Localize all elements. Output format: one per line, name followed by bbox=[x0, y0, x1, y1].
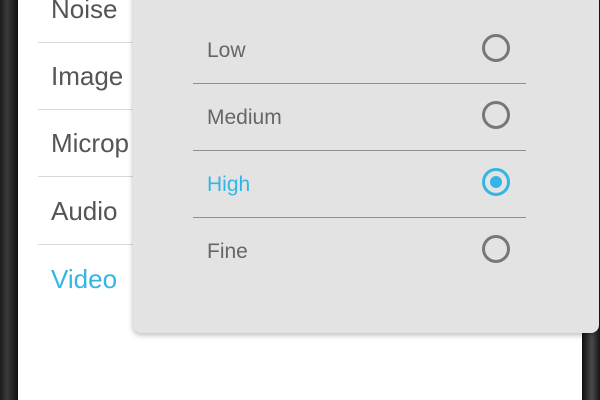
option-label: High bbox=[207, 173, 251, 196]
option-label: Medium bbox=[207, 106, 282, 129]
settings-item-label: Image bbox=[51, 61, 124, 91]
option-high[interactable]: High bbox=[193, 151, 526, 218]
radio-unchecked-icon[interactable] bbox=[482, 235, 510, 263]
option-fine[interactable]: Fine bbox=[193, 218, 526, 285]
background-photo-left bbox=[0, 0, 18, 400]
settings-item-label: Video bbox=[51, 264, 118, 294]
radio-checked-icon[interactable] bbox=[482, 168, 510, 196]
settings-item-label: Microp bbox=[51, 128, 130, 158]
settings-item-label: Noise bbox=[51, 0, 118, 24]
option-medium[interactable]: Medium bbox=[193, 84, 526, 151]
quality-dialog: Low Medium High Fine bbox=[133, 0, 599, 333]
option-label: Fine bbox=[207, 240, 248, 263]
radio-unchecked-icon[interactable] bbox=[482, 34, 510, 62]
option-label: Low bbox=[207, 39, 246, 62]
option-low[interactable]: Low bbox=[193, 17, 526, 84]
radio-unchecked-icon[interactable] bbox=[482, 101, 510, 129]
settings-item-label: Audio bbox=[51, 196, 118, 226]
radio-dot-icon bbox=[490, 176, 502, 188]
